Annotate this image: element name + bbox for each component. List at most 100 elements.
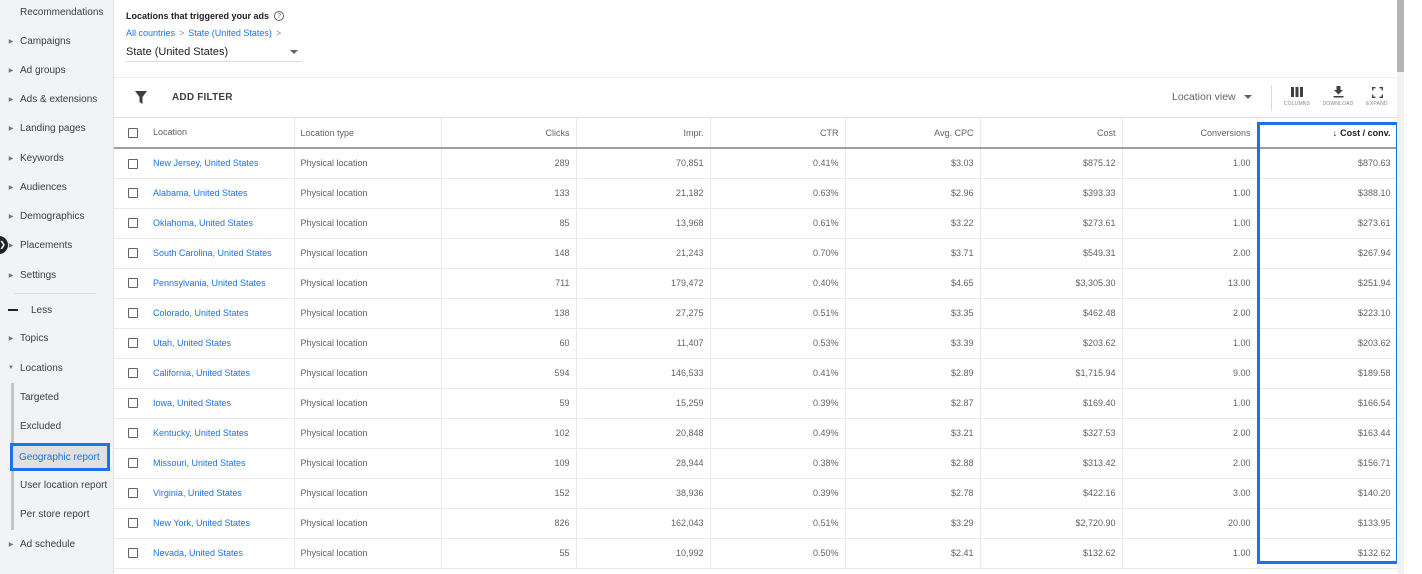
location-link[interactable]: New Jersey, United States (153, 158, 258, 168)
column-header-ctr[interactable]: CTR (710, 118, 846, 149)
row-checkbox[interactable] (128, 548, 138, 559)
location-view-select[interactable]: Location view (1172, 91, 1252, 103)
cell-conversions: 3.00 (1122, 478, 1258, 509)
page-scrollbar[interactable] (1397, 0, 1404, 574)
location-link[interactable]: Iowa, United States (153, 398, 231, 408)
table-row[interactable]: Colorado, United States Physical location… (114, 298, 1398, 329)
table-row[interactable]: California, United States Physical locati… (114, 358, 1398, 389)
column-header-conversions[interactable]: Conversions (1122, 118, 1258, 149)
location-link[interactable]: Kentucky, United States (153, 428, 248, 438)
table-row[interactable]: Virginia, United States Physical location… (114, 478, 1398, 509)
expand-button[interactable]: EXPAND (1357, 83, 1397, 113)
sidebar-item-ads-extensions[interactable]: ▶ Ads & extensions (0, 87, 114, 111)
cell-ctr: 0.39% (710, 478, 846, 509)
column-header-location[interactable]: Location (114, 118, 295, 149)
sidebar-subitem-targeted[interactable]: Targeted (0, 385, 114, 409)
sidebar-subitem-geographic-report[interactable]: Geographic report (10, 443, 110, 471)
location-link[interactable]: Alabama, United States (153, 188, 248, 198)
breadcrumb-item-all-countries[interactable]: All countries (126, 28, 175, 38)
sidebar-subitem-per-store-report[interactable]: Per store report (0, 502, 114, 526)
cell-avg-cpc: $3.35 (845, 298, 981, 329)
row-checkbox[interactable] (128, 398, 138, 409)
cell-conversions: 2.00 (1122, 448, 1258, 479)
sidebar-item-landing-pages[interactable]: ▶ Landing pages (0, 116, 114, 140)
select-all-checkbox[interactable] (128, 127, 138, 138)
row-checkbox[interactable] (128, 218, 138, 229)
column-header-clicks[interactable]: Clicks (441, 118, 577, 149)
sidebar-less-toggle[interactable]: Less (0, 298, 114, 322)
cell-location-type: Physical location (294, 538, 442, 569)
row-checkbox[interactable] (128, 488, 138, 499)
sidebar-item-audiences[interactable]: ▶ Audiences (0, 175, 114, 199)
filter-icon[interactable] (135, 91, 147, 104)
row-checkbox[interactable] (128, 338, 138, 349)
location-link[interactable]: South Carolina, United States (153, 248, 272, 258)
sidebar-item-ad-groups[interactable]: ▶ Ad groups (0, 58, 114, 82)
breadcrumb-item-state[interactable]: State (United States) (188, 28, 272, 38)
location-link[interactable]: Oklahoma, United States (153, 218, 253, 228)
cell-cost-per-conversion: $273.61 (1257, 208, 1398, 239)
cell-avg-cpc: $2.89 (845, 358, 981, 389)
cell-cost-per-conversion: $251.94 (1257, 268, 1398, 299)
row-checkbox[interactable] (128, 278, 138, 289)
download-button[interactable]: DOWNLOAD (1318, 83, 1358, 113)
table-row[interactable]: New Jersey, United States Physical locati… (114, 148, 1398, 179)
sidebar-item-ad-schedule[interactable]: ▶ Ad schedule (0, 532, 114, 556)
row-checkbox[interactable] (128, 458, 138, 469)
sidebar-item-topics[interactable]: ▶ Topics (0, 326, 114, 350)
location-level-select[interactable]: State (United States) (126, 42, 302, 62)
column-header-cost[interactable]: Cost (980, 118, 1123, 149)
sidebar-item-settings[interactable]: ▶ Settings (0, 263, 114, 287)
add-filter-button[interactable]: ADD FILTER (172, 92, 233, 103)
table-row[interactable]: South Carolina, United States Physical lo… (114, 238, 1398, 269)
sidebar-item-recommendations[interactable]: Recommendations (0, 0, 114, 24)
location-link[interactable]: Pennsylvania, United States (153, 278, 266, 288)
column-header-avg-cpc[interactable]: Avg. CPC (845, 118, 981, 149)
cell-location-type: Physical location (294, 508, 442, 539)
table-row[interactable]: Oklahoma, United States Physical location… (114, 208, 1398, 239)
table-row[interactable]: Pennsylvania, United States Physical loca… (114, 268, 1398, 299)
table-row[interactable]: New York, United States Physical location… (114, 508, 1398, 539)
location-link[interactable]: Colorado, United States (153, 308, 249, 318)
row-checkbox[interactable] (128, 518, 138, 529)
sidebar-item-demographics[interactable]: ▶ Demographics (0, 204, 114, 228)
cell-conversions: 1.00 (1122, 148, 1258, 179)
cell-location: Pennsylvania, United States (114, 268, 295, 299)
sidebar-item-placements[interactable]: ▶ Placements (0, 233, 114, 257)
sidebar-subitem-user-location-report[interactable]: User location report (0, 473, 114, 497)
table-row[interactable]: Nevada, United States Physical location 55… (114, 538, 1398, 569)
row-checkbox[interactable] (128, 368, 138, 379)
sidebar-item-label: Topics (20, 332, 49, 344)
table-row[interactable]: Utah, United States Physical location 60 11… (114, 328, 1398, 359)
location-link[interactable]: Nevada, United States (153, 548, 243, 558)
scrollbar-thumb[interactable] (1397, 0, 1404, 72)
cell-cost: $3,305.30 (980, 268, 1123, 299)
table-row[interactable]: Iowa, United States Physical location 59 15… (114, 388, 1398, 419)
sidebar-item-label: Recommendations (20, 6, 104, 18)
location-link[interactable]: Utah, United States (153, 338, 231, 348)
location-link[interactable]: Missouri, United States (153, 458, 246, 468)
column-header-cost-per-conversion[interactable]: ↓ Cost / conv. (1257, 118, 1398, 149)
location-link[interactable]: Virginia, United States (153, 488, 242, 498)
row-checkbox[interactable] (128, 188, 138, 199)
columns-button[interactable]: COLUMNS (1277, 83, 1317, 113)
row-checkbox[interactable] (128, 428, 138, 439)
sidebar-subitem-excluded[interactable]: Excluded (0, 414, 114, 438)
report-title-text: Locations that triggered your ads (126, 11, 270, 21)
row-checkbox[interactable] (128, 158, 138, 169)
cell-cost: $549.31 (980, 238, 1123, 269)
row-checkbox[interactable] (128, 248, 138, 259)
column-header-location-type[interactable]: Location type (294, 118, 442, 149)
table-row[interactable]: Missouri, United States Physical location… (114, 448, 1398, 479)
cell-location-type: Physical location (294, 388, 442, 419)
sidebar-item-locations[interactable]: ▼ Locations (0, 356, 114, 380)
sidebar-item-campaigns[interactable]: ▶ Campaigns (0, 29, 114, 53)
sidebar-item-keywords[interactable]: ▶ Keywords (0, 146, 114, 170)
column-header-impressions[interactable]: Impr. (576, 118, 711, 149)
table-row[interactable]: Kentucky, United States Physical location… (114, 418, 1398, 449)
table-row[interactable]: Alabama, United States Physical location 1… (114, 178, 1398, 209)
location-link[interactable]: New York, United States (153, 518, 250, 528)
row-checkbox[interactable] (128, 308, 138, 319)
location-link[interactable]: California, United States (153, 368, 250, 378)
help-circle-icon[interactable]: ? (274, 11, 285, 21)
